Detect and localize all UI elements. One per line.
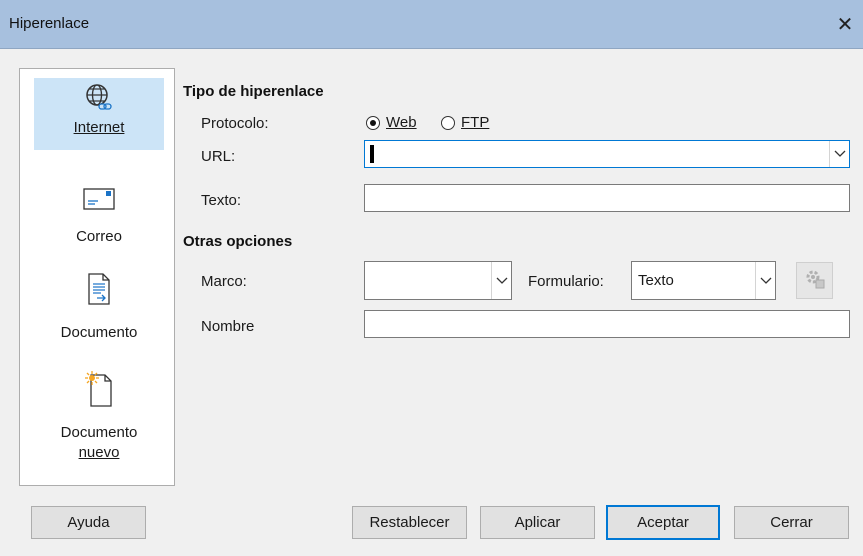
text-cursor (370, 145, 374, 163)
events-icon (804, 268, 826, 294)
hyperlink-type-heading: Tipo de hiperenlace (183, 83, 324, 100)
events-button[interactable] (796, 262, 833, 299)
envelope-icon (79, 179, 119, 219)
hyperlink-type-sidebar: Internet Correo Documento Documento nuev… (19, 68, 175, 486)
ok-button[interactable]: Aceptar (606, 505, 720, 540)
reset-button[interactable]: Restablecer (352, 506, 467, 539)
new-document-icon (79, 369, 119, 409)
frame-label: Marco: (201, 273, 247, 290)
close-button[interactable]: Cerrar (734, 506, 849, 539)
frame-combobox[interactable] (364, 261, 512, 300)
text-label: Texto: (201, 192, 242, 209)
help-button[interactable]: Ayuda (31, 506, 146, 539)
sidebar-item-documento-nuevo[interactable]: Documento nuevo (34, 369, 164, 474)
close-icon[interactable]: ✕ (831, 10, 859, 38)
form-combobox[interactable]: Texto (631, 261, 776, 300)
apply-button[interactable]: Aplicar (480, 506, 595, 539)
sidebar-item-label: Internet (73, 119, 125, 136)
name-field[interactable] (364, 310, 850, 338)
radio-label: FTP (461, 114, 490, 131)
text-field[interactable] (364, 184, 850, 212)
url-combobox[interactable] (364, 140, 850, 168)
sidebar-item-documento[interactable]: Documento (34, 269, 164, 349)
chevron-down-icon[interactable] (491, 262, 511, 299)
form-label: Formulario: (528, 273, 604, 290)
name-label: Nombre (201, 318, 255, 335)
sidebar-item-label: nuevo (78, 444, 120, 461)
protocol-web-radio[interactable]: Web (366, 114, 417, 131)
form-value: Texto (638, 272, 674, 289)
radio-selected-icon (366, 115, 380, 130)
sidebar-item-label: Correo (76, 228, 122, 245)
other-options-heading: Otras opciones (183, 233, 293, 250)
radio-unselected-icon (441, 115, 455, 130)
document-icon (79, 269, 119, 309)
sidebar-item-correo[interactable]: Correo (34, 179, 164, 249)
sidebar-item-label: Documento (60, 424, 138, 441)
chevron-down-icon[interactable] (755, 262, 775, 299)
dialog-title: Hiperenlace (9, 15, 90, 32)
chevron-down-icon[interactable] (829, 141, 849, 167)
sidebar-item-label: Documento (60, 324, 138, 341)
protocol-ftp-radio[interactable]: FTP (441, 114, 489, 131)
radio-label: Web (386, 114, 417, 131)
url-label: URL: (201, 148, 236, 165)
title-bar: Hiperenlace ✕ (0, 0, 863, 49)
globe-link-icon (79, 78, 119, 118)
sidebar-item-internet[interactable]: Internet (34, 78, 164, 150)
protocol-label: Protocolo: (201, 115, 269, 132)
